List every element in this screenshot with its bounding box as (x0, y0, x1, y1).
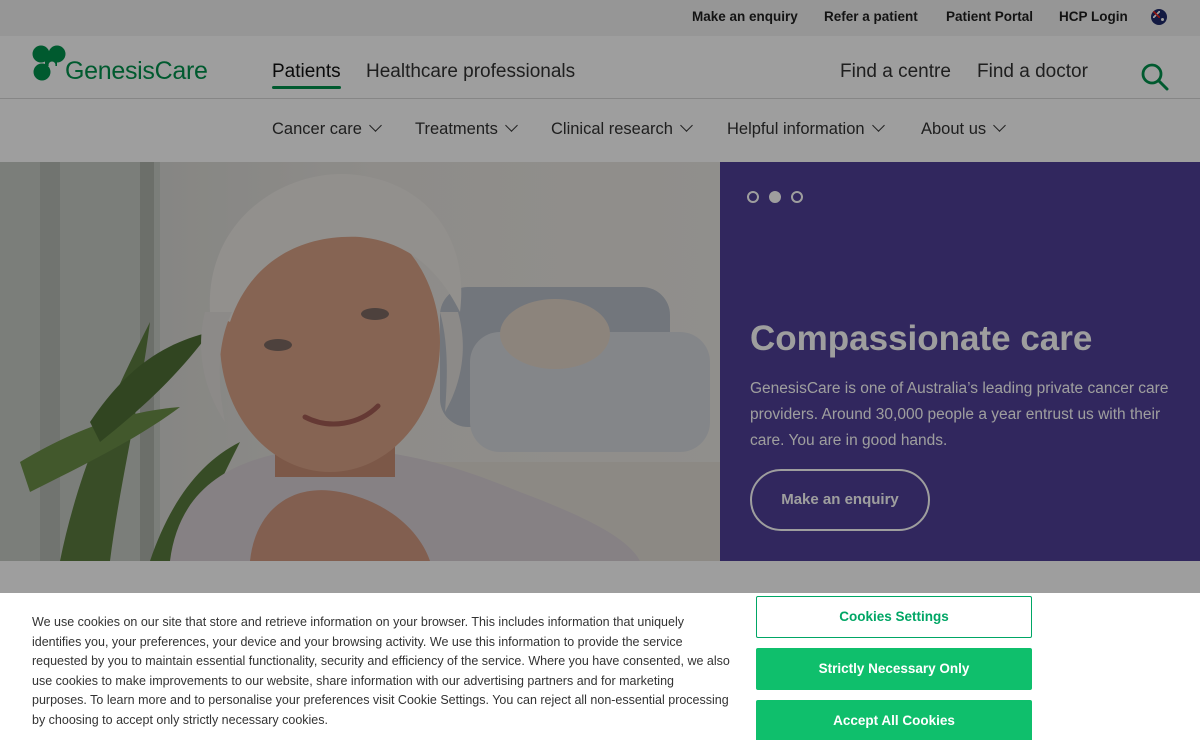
cookie-consent-banner: We use cookies on our site that store an… (0, 593, 1200, 740)
cookies-settings-button[interactable]: Cookies Settings (756, 596, 1032, 638)
cookie-dim-overlay (0, 0, 1200, 593)
strictly-necessary-only-button[interactable]: Strictly Necessary Only (756, 648, 1032, 690)
accept-all-cookies-button[interactable]: Accept All Cookies (756, 700, 1032, 740)
cookie-policy-text: We use cookies on our site that store an… (32, 615, 730, 727)
